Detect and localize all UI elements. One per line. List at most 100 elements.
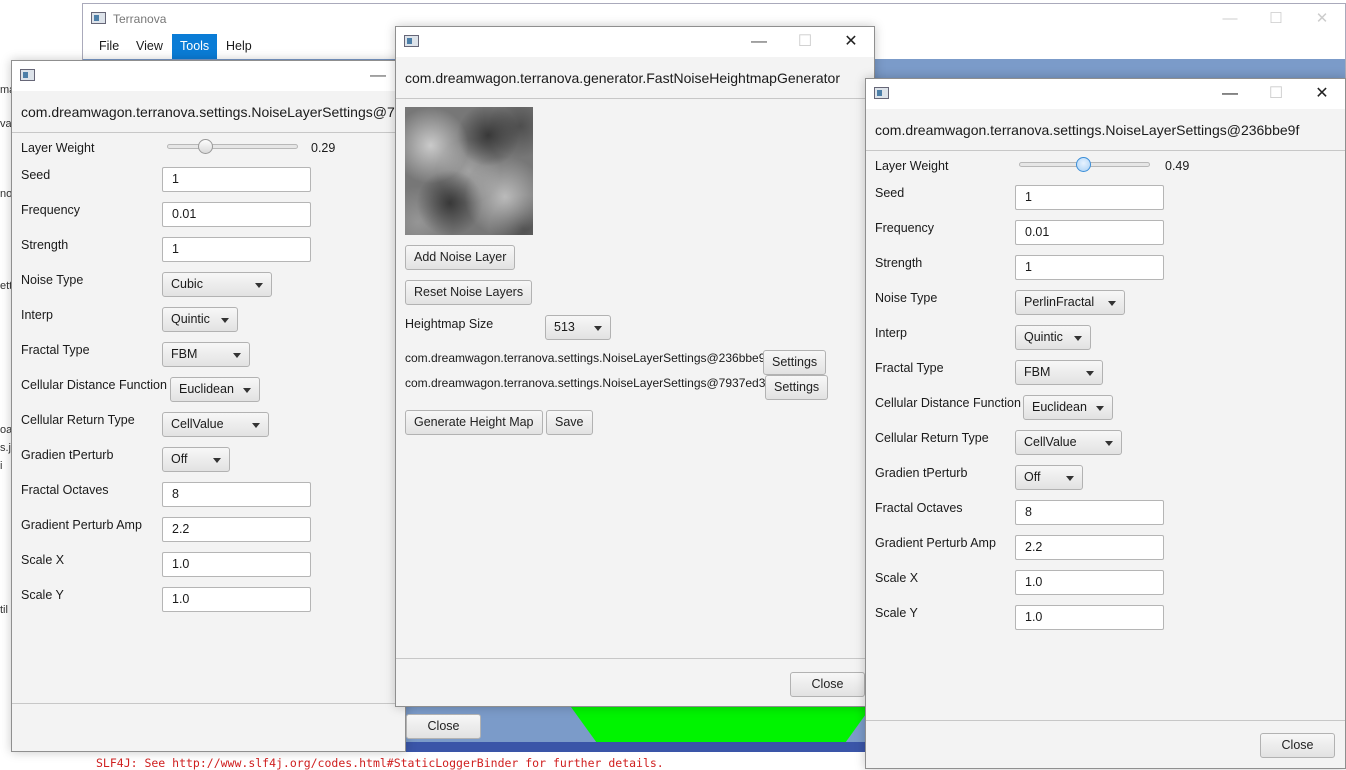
close-icon[interactable]: ✕ (1299, 79, 1345, 109)
gradient-perturb-amp-field[interactable]: 2.2 (1015, 535, 1164, 560)
cellular-distance-select[interactable]: Euclidean (1023, 395, 1113, 420)
generate-height-map-button[interactable]: Generate Height Map (405, 410, 543, 435)
frequency-field[interactable]: 0.01 (1015, 220, 1164, 245)
slider-thumb[interactable] (197, 139, 213, 154)
fractal-type-select[interactable]: FBM (162, 342, 250, 367)
chevron-down-icon (252, 423, 260, 428)
minimize-icon[interactable]: — (1207, 79, 1253, 109)
seed-field[interactable]: 1 (162, 167, 311, 192)
scale-x-label: Scale X (875, 571, 919, 585)
maximize-icon[interactable]: ☐ (782, 27, 828, 57)
java-app-icon (20, 69, 35, 81)
menu-help[interactable]: Help (218, 34, 260, 59)
dialog-footer (12, 703, 405, 751)
interp-label: Interp (875, 326, 907, 340)
chevron-down-icon (255, 283, 263, 288)
chevron-down-icon (233, 353, 241, 358)
gradient-perturb-select[interactable]: Off (1015, 465, 1083, 490)
close-button[interactable]: Close (790, 672, 865, 697)
strength-field[interactable]: 1 (162, 237, 311, 262)
dialog-titlebar: — (12, 61, 405, 91)
cellular-return-type-select[interactable]: CellValue (162, 412, 269, 437)
fractal-type-value: FBM (1024, 365, 1051, 379)
cellular-return-type-value: CellValue (1024, 435, 1077, 449)
fractal-type-select[interactable]: FBM (1015, 360, 1103, 385)
scale-y-field[interactable]: 1.0 (1015, 605, 1164, 630)
cellular-return-type-label: Cellular Return Type (875, 431, 989, 445)
noise-layer-settings-button[interactable]: Settings (765, 375, 829, 400)
layer-weight-slider[interactable] (1019, 157, 1150, 173)
interp-select[interactable]: Quintic (1015, 325, 1091, 350)
layer-weight-slider[interactable] (167, 139, 298, 155)
interp-select[interactable]: Quintic (162, 307, 238, 332)
heightmap-preview-image (405, 107, 533, 235)
fractal-octaves-label: Fractal Octaves (21, 483, 109, 497)
noise-type-label: Noise Type (875, 291, 938, 305)
strength-field[interactable]: 1 (1015, 255, 1164, 280)
close-icon[interactable]: ✕ (828, 27, 874, 57)
gradient-perturb-amp-field[interactable]: 2.2 (162, 517, 311, 542)
chevron-down-icon (221, 318, 229, 323)
minimize-icon[interactable]: — (736, 27, 782, 57)
gradient-perturb-value: Off (1024, 470, 1041, 484)
chevron-down-icon (243, 388, 251, 393)
chevron-down-icon (1108, 301, 1116, 306)
layer-weight-value: 0.29 (311, 141, 336, 155)
chevron-down-icon (1086, 371, 1094, 376)
gradient-perturb-amp-label: Gradient Perturb Amp (21, 518, 142, 532)
dialog-titlebar: — ☐ ✕ (396, 27, 874, 57)
reset-noise-layers-button[interactable]: Reset Noise Layers (405, 280, 533, 305)
fractal-octaves-field[interactable]: 8 (162, 482, 311, 507)
gradient-perturb-label: Gradien tPerturb (875, 466, 968, 480)
noise-type-select[interactable]: PerlinFractal (1015, 290, 1125, 315)
maximize-icon[interactable]: ☐ (1253, 4, 1299, 34)
slider-thumb[interactable] (1076, 157, 1092, 172)
noise-type-select[interactable]: Cubic (162, 272, 272, 297)
fractal-octaves-field[interactable]: 8 (1015, 500, 1164, 525)
frequency-field[interactable]: 0.01 (162, 202, 311, 227)
seed-field[interactable]: 1 (1015, 185, 1164, 210)
add-noise-layer-button[interactable]: Add Noise Layer (405, 245, 516, 270)
interp-label: Interp (21, 308, 53, 322)
dialog-titlebar: — ☐ ✕ (866, 79, 1345, 109)
scale-x-label: Scale X (21, 553, 65, 567)
java-app-icon (874, 87, 889, 99)
chevron-down-icon (1066, 476, 1074, 481)
cellular-return-type-select[interactable]: CellValue (1015, 430, 1122, 455)
heightmap-generator-dialog: — ☐ ✕ com.dreamwagon.terranova.generator… (395, 26, 875, 707)
seed-label: Seed (21, 168, 51, 182)
fractal-type-value: FBM (171, 347, 198, 361)
noise-type-value: Cubic (171, 277, 203, 291)
noise-layer-name: com.dreamwagon.terranova.settings.NoiseL… (405, 376, 773, 390)
gradient-perturb-amp-label: Gradient Perturb Amp (875, 536, 996, 550)
noise-layer-settings-button[interactable]: Settings (763, 350, 827, 375)
maximize-icon[interactable]: ☐ (1253, 79, 1299, 109)
java-app-icon (404, 35, 419, 47)
cellular-distance-select[interactable]: Euclidean (170, 377, 260, 402)
fractal-octaves-label: Fractal Octaves (875, 501, 963, 515)
scale-y-field[interactable]: 1.0 (162, 587, 311, 612)
slider-track (167, 144, 298, 149)
close-icon[interactable]: ✕ (1299, 4, 1345, 34)
heightmap-size-value: 513 (554, 320, 575, 334)
save-button[interactable]: Save (546, 410, 593, 435)
close-button[interactable]: Close (406, 714, 481, 739)
cellular-distance-value: Euclidean (1032, 400, 1087, 414)
minimize-icon[interactable]: — (1207, 4, 1253, 34)
cellular-return-type-value: CellValue (171, 417, 224, 431)
menu-file[interactable]: File (91, 34, 127, 59)
java-app-icon (91, 12, 106, 24)
chevron-down-icon (1105, 441, 1113, 446)
scale-y-label: Scale Y (21, 588, 64, 602)
heightmap-size-select[interactable]: 513 (545, 315, 611, 340)
menu-view[interactable]: View (128, 34, 171, 59)
cellular-distance-label: Cellular Distance Function (875, 396, 1021, 410)
menu-tools[interactable]: Tools (172, 34, 218, 59)
cellular-return-type-label: Cellular Return Type (21, 413, 135, 427)
strength-label: Strength (21, 238, 69, 252)
scale-x-field[interactable]: 1.0 (1015, 570, 1164, 595)
background-text: i (0, 460, 3, 472)
gradient-perturb-select[interactable]: Off (162, 447, 230, 472)
close-button[interactable]: Close (1260, 733, 1335, 758)
scale-x-field[interactable]: 1.0 (162, 552, 311, 577)
